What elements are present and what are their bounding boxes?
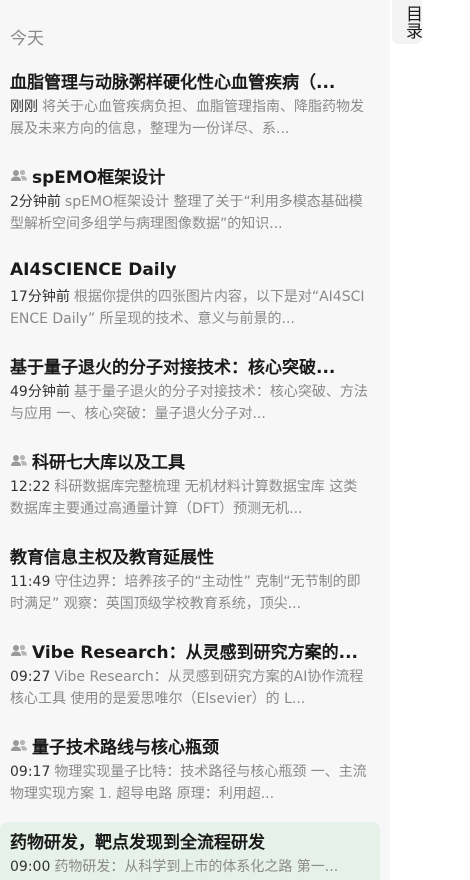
- section-label-today: 今天: [10, 29, 44, 49]
- conversation-preview-text: Vibe Research：从灵感到研究方案的AI协作流程 核心工具 使用的是爱…: [10, 669, 364, 707]
- conversation-title-row: AI4SCIENCE Daily: [10, 258, 368, 282]
- conversation-list: 血脂管理与动脉粥样硬化性心血管疾病（... 刚刚 将关于心血管疾病负担、血脂管理指…: [0, 62, 390, 880]
- conversation-title: Vibe Research：从灵感到研究方案的...: [32, 642, 358, 663]
- conversation-title: spEMO框架设计: [32, 167, 166, 188]
- toc-button[interactable]: 目录: [392, 0, 422, 44]
- conversation-preview-text: spEMO框架设计 整理了关于“利用多模态基础模型解析空间多组学与病理图像数据”…: [10, 194, 363, 232]
- conversation-preview-text: 守住边界：培养孩子的“主动性” 克制“无节制的即时满足” 观察：英国顶级学校教育…: [10, 574, 361, 612]
- conversation-time: 17分钟前: [10, 289, 70, 305]
- conversation-preview-text: 药物研发：从科学到上市的体系化之路 第一...: [54, 859, 339, 875]
- conversation-item[interactable]: 基于量子退火的分子对接技术：核心突破... 49分钟前 基于量子退火的分子对接技术…: [0, 347, 380, 442]
- shared-users-icon: [10, 451, 32, 469]
- conversation-preview: 刚刚 将关于心血管疾病负担、血脂管理指南、降脂药物发展及未来方向的信息，整理为一份…: [10, 96, 368, 140]
- conversation-time: 11:49: [10, 574, 51, 590]
- conversation-title-row: 科研七大库以及工具: [10, 448, 368, 472]
- conversation-title: 基于量子退火的分子对接技术：核心突破...: [10, 357, 336, 378]
- shared-users-icon: [10, 641, 32, 659]
- conversation-time: 49分钟前: [10, 384, 70, 400]
- conversation-title-row: 量子技术路线与核心瓶颈: [10, 733, 368, 757]
- conversation-item[interactable]: 教育信息主权及教育延展性 11:49 守住边界：培养孩子的“主动性” 克制“无节制…: [0, 537, 380, 632]
- conversation-time: 刚刚: [10, 99, 38, 115]
- conversation-title: 教育信息主权及教育延展性: [10, 547, 214, 568]
- conversation-title: 药物研发，靶点发现到全流程研发: [10, 832, 265, 853]
- conversation-time: 2分钟前: [10, 194, 61, 210]
- shared-users-icon: [10, 166, 32, 184]
- conversation-title: AI4SCIENCE Daily: [10, 260, 177, 280]
- conversation-item[interactable]: 量子技术路线与核心瓶颈 09:17 物理实现量子比特：技术路径与核心瓶颈 一、主流…: [0, 727, 380, 822]
- conversation-preview: 09:00 药物研发：从科学到上市的体系化之路 第一...: [10, 856, 368, 880]
- conversation-time: 09:00: [10, 859, 51, 875]
- shared-users-icon: [10, 736, 32, 754]
- conversation-item[interactable]: spEMO框架设计 2分钟前 spEMO框架设计 整理了关于“利用多模态基础模型解…: [0, 157, 380, 252]
- conversation-title: 科研七大库以及工具: [32, 452, 185, 473]
- conversation-title-row: Vibe Research：从灵感到研究方案的...: [10, 638, 368, 662]
- conversation-preview: 09:17 物理实现量子比特：技术路径与核心瓶颈 一、主流物理实现方案 1. 超导…: [10, 761, 368, 805]
- conversation-preview: 2分钟前 spEMO框架设计 整理了关于“利用多模态基础模型解析空间多组学与病理图…: [10, 191, 368, 235]
- conversation-preview: 11:49 守住边界：培养孩子的“主动性” 克制“无节制的即时满足” 观察：英国顶…: [10, 571, 368, 615]
- conversation-preview-text: 物理实现量子比特：技术路径与核心瓶颈 一、主流物理实现方案 1. 超导电路 原理…: [10, 764, 367, 802]
- conversation-sidebar: 今天 血脂管理与动脉粥样硬化性心血管疾病（... 刚刚 将关于心血管疾病负担、血脂…: [0, 0, 390, 880]
- conversation-time: 09:17: [10, 764, 51, 780]
- conversation-item[interactable]: 血脂管理与动脉粥样硬化性心血管疾病（... 刚刚 将关于心血管疾病负担、血脂管理指…: [0, 62, 380, 157]
- conversation-item[interactable]: Vibe Research：从灵感到研究方案的... 09:27 Vibe Res…: [0, 632, 380, 727]
- conversation-preview-text: 将关于心血管疾病负担、血脂管理指南、降脂药物发展及未来方向的信息，整理为一份详尽…: [10, 99, 364, 137]
- conversation-title-row: 血脂管理与动脉粥样硬化性心血管疾病（...: [10, 68, 368, 93]
- conversation-preview: 17分钟前 根据你提供的四张图片内容，以下是对“AI4SCIENCE Daily”…: [10, 286, 368, 330]
- conversation-title-row: 基于量子退火的分子对接技术：核心突破...: [10, 353, 368, 378]
- conversation-preview: 12:22 科研数据库完整梳理 无机材料计算数据宝库 这类数据库主要通过高通量计算…: [10, 476, 368, 520]
- conversation-preview: 09:27 Vibe Research：从灵感到研究方案的AI协作流程 核心工具 …: [10, 666, 368, 710]
- conversation-title: 量子技术路线与核心瓶颈: [32, 737, 219, 758]
- conversation-title-row: spEMO框架设计: [10, 163, 368, 187]
- conversation-time: 09:27: [10, 669, 51, 685]
- conversation-title-row: 教育信息主权及教育延展性: [10, 543, 368, 568]
- conversation-title: 血脂管理与动脉粥样硬化性心血管疾病（...: [10, 72, 336, 93]
- conversation-item[interactable]: 科研七大库以及工具 12:22 科研数据库完整梳理 无机材料计算数据宝库 这类数据…: [0, 442, 380, 537]
- conversation-time: 12:22: [10, 479, 51, 495]
- conversation-title-row: 药物研发，靶点发现到全流程研发: [10, 828, 368, 853]
- conversation-preview-text: 科研数据库完整梳理 无机材料计算数据宝库 这类数据库主要通过高通量计算（DFT）…: [10, 479, 358, 517]
- conversation-preview: 49分钟前 基于量子退火的分子对接技术：核心突破、方法与应用 一、核心突破：量子退…: [10, 381, 368, 425]
- conversation-item[interactable]: 药物研发，靶点发现到全流程研发 09:00 药物研发：从科学到上市的体系化之路 第…: [0, 822, 380, 880]
- conversation-item[interactable]: AI4SCIENCE Daily 17分钟前 根据你提供的四张图片内容，以下是对“…: [0, 252, 380, 347]
